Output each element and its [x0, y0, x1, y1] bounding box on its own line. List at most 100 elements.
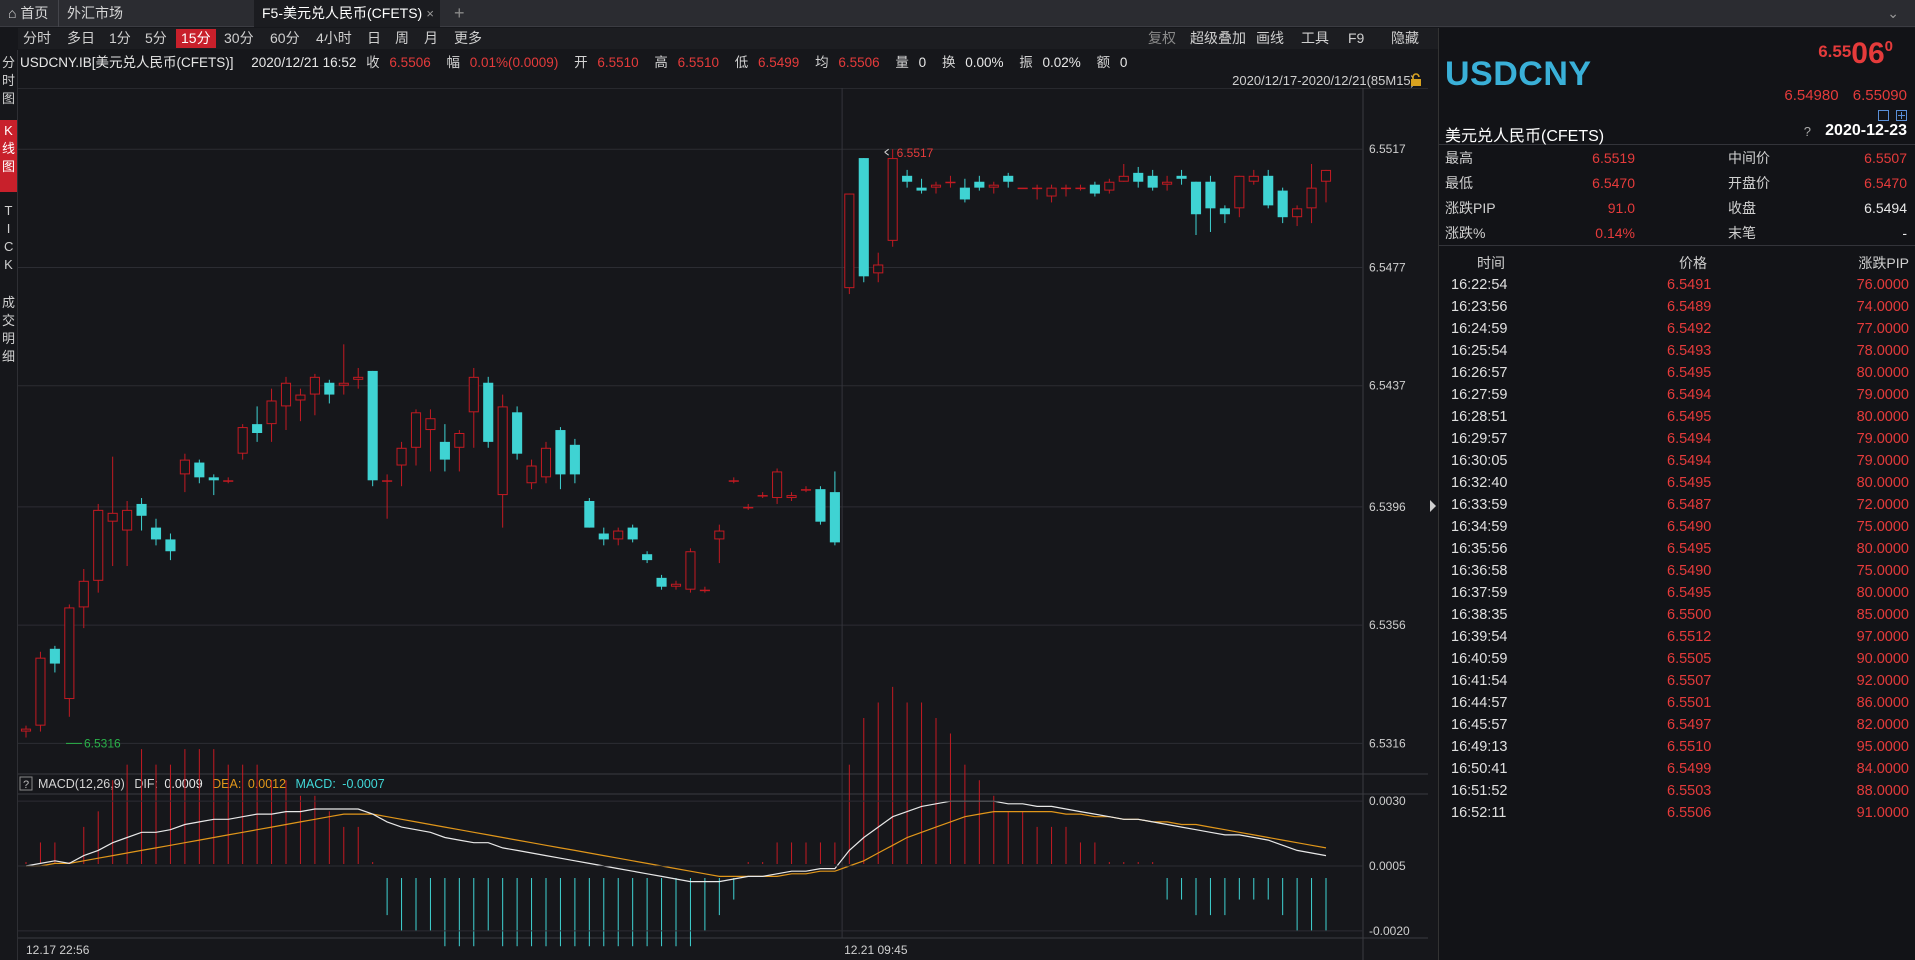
tick-row[interactable]: 16:40:59 6.5505 90.0000: [1439, 648, 1915, 670]
period-month[interactable]: 月: [419, 29, 443, 48]
tick-pip: 88.0000: [1856, 783, 1909, 799]
period-30min[interactable]: 30分: [219, 29, 259, 48]
stat-label: 涨跌PIP: [1445, 200, 1496, 216]
nav-fenshi[interactable]: 分时图: [0, 54, 17, 108]
tick-row[interactable]: 16:26:57 6.5495 80.0000: [1439, 362, 1915, 384]
tick-row[interactable]: 16:28:51 6.5495 80.0000: [1439, 406, 1915, 428]
period-day[interactable]: 日: [362, 29, 386, 48]
question-icon[interactable]: ?: [1804, 124, 1811, 139]
candle: [425, 418, 436, 431]
tick-row[interactable]: 16:36:58 6.5490 75.0000: [1439, 560, 1915, 582]
f9-button[interactable]: F9: [1348, 29, 1364, 48]
overlay-button[interactable]: 超级叠加: [1190, 29, 1246, 48]
candle: [122, 509, 133, 531]
period-5min[interactable]: 5分: [140, 29, 172, 48]
period-week[interactable]: 周: [390, 29, 414, 48]
hide-button[interactable]: 隐藏: [1391, 29, 1419, 48]
period-4hour[interactable]: 4小时: [311, 29, 357, 48]
collapse-arrow-icon[interactable]: ⌄: [1879, 0, 1907, 27]
candle: [338, 382, 349, 386]
tick-row[interactable]: 16:49:13 6.5510 95.0000: [1439, 736, 1915, 758]
info-open: 6.5510: [597, 55, 639, 70]
tick-row[interactable]: 16:37:59 6.5495 80.0000: [1439, 582, 1915, 604]
candle: [107, 512, 118, 522]
tools-button[interactable]: 工具: [1301, 29, 1329, 48]
price-axis: 6.5517 6.5477 6.5437 6.5396 6.5356 6.5316: [1369, 142, 1406, 750]
tick-row[interactable]: 16:35:56 6.5495 80.0000: [1439, 538, 1915, 560]
candle: [974, 181, 985, 188]
tick-row[interactable]: 16:45:57 6.5497 82.0000: [1439, 714, 1915, 736]
add-tab-button[interactable]: +: [446, 0, 472, 27]
tick-time: 16:36:58: [1451, 563, 1508, 579]
tick-time: 16:33:59: [1451, 497, 1508, 513]
tab-home[interactable]: ⌂ 首页: [0, 0, 58, 27]
tick-pip: 82.0000: [1856, 717, 1909, 733]
candle: [353, 376, 364, 380]
info-turnover-label: 换: [941, 55, 956, 70]
candle: [396, 447, 407, 466]
tick-row[interactable]: 16:30:05 6.5494 79.0000: [1439, 450, 1915, 472]
nav-kline[interactable]: K线图: [0, 120, 17, 192]
nav-deals[interactable]: 成交明细: [0, 294, 17, 366]
info-close-label: 收: [366, 55, 380, 70]
tick-price: 6.5492: [1667, 321, 1712, 337]
tick-row[interactable]: 16:51:52 6.5503 88.0000: [1439, 780, 1915, 802]
period-more[interactable]: 更多: [449, 29, 487, 48]
tick-row[interactable]: 16:25:54 6.5493 78.0000: [1439, 340, 1915, 362]
candle: [1060, 187, 1072, 190]
panel-toggle-arrow-icon[interactable]: [1428, 498, 1438, 514]
tick-row[interactable]: 16:24:59 6.5492 77.0000: [1439, 318, 1915, 340]
nav-tick[interactable]: TICK: [0, 202, 17, 274]
tick-row[interactable]: 16:41:54 6.5507 92.0000: [1439, 670, 1915, 692]
tick-row[interactable]: 16:52:11 6.5506 91.0000: [1439, 802, 1915, 824]
tick-row[interactable]: 16:39:54 6.5512 97.0000: [1439, 626, 1915, 648]
candle: [1234, 175, 1245, 209]
period-1min[interactable]: 1分: [104, 29, 136, 48]
tick-row[interactable]: 16:44:57 6.5501 86.0000: [1439, 692, 1915, 714]
lock-icon[interactable]: [1409, 73, 1423, 87]
quote-last-price: 6.55060: [1818, 37, 1893, 71]
info-amount-label: 额: [1096, 55, 1111, 70]
period-60min[interactable]: 60分: [265, 29, 305, 48]
tick-row[interactable]: 16:38:35 6.5500 85.0000: [1439, 604, 1915, 626]
tick-time: 16:22:54: [1451, 277, 1508, 293]
bid-ask: 6.54980 6.55090: [1774, 87, 1907, 104]
tick-row[interactable]: 16:50:41 6.5499 84.0000: [1439, 758, 1915, 780]
draw-line-button[interactable]: 画线: [1256, 29, 1284, 48]
candle: [743, 506, 754, 509]
kline-chart[interactable]: 6.5517 6.5477 6.5437 6.5396 6.5356 6.5316 6.5…: [18, 88, 1428, 960]
tick-price: 6.5495: [1667, 475, 1712, 491]
tick-price: 6.5490: [1667, 519, 1712, 535]
tick-pip: 80.0000: [1856, 541, 1909, 557]
tick-time: 16:51:52: [1451, 783, 1508, 799]
candle: [1118, 175, 1129, 182]
tab-fx-market[interactable]: 外汇市场: [58, 0, 254, 27]
tick-pip: 80.0000: [1856, 365, 1909, 381]
tab-home-label: 首页: [20, 5, 49, 21]
candle: [786, 495, 797, 499]
tab-usdcny-label: F5-美元兑人民币(CFETS): [262, 5, 423, 21]
tab-usdcny[interactable]: F5-美元兑人民币(CFETS) ×: [254, 0, 440, 27]
period-multiday[interactable]: 多日: [62, 29, 100, 48]
fuquan-button[interactable]: 复权: [1148, 29, 1176, 48]
tick-row[interactable]: 16:23:56 6.5489 74.0000: [1439, 296, 1915, 318]
close-icon[interactable]: ×: [426, 0, 434, 27]
max-price-marker: 6.5517: [897, 146, 934, 160]
tick-row[interactable]: 16:33:59 6.5487 72.0000: [1439, 494, 1915, 516]
tick-row[interactable]: 16:22:54 6.5491 76.0000: [1439, 274, 1915, 296]
quote-symbol: USDCNY: [1445, 55, 1592, 93]
tick-row[interactable]: 16:32:40 6.5495 80.0000: [1439, 472, 1915, 494]
tick-row[interactable]: 16:34:59 6.5490 75.0000: [1439, 516, 1915, 538]
tick-row[interactable]: 16:27:59 6.5494 79.0000: [1439, 384, 1915, 406]
stat-value: 6.5507: [1864, 150, 1907, 166]
candle: [93, 509, 104, 581]
candle: [324, 382, 335, 395]
macd-tick-label: 0.0030: [1369, 794, 1406, 808]
stats-row: 涨跌% 0.14% 末笔 -: [1439, 221, 1915, 246]
ask-price: 6.55090: [1852, 87, 1907, 104]
period-15min[interactable]: 15分: [176, 29, 216, 48]
candle: [512, 412, 523, 454]
tick-row[interactable]: 16:29:57 6.5494 79.0000: [1439, 428, 1915, 450]
candle: [829, 492, 840, 543]
period-fenshi[interactable]: 分时: [18, 29, 56, 48]
